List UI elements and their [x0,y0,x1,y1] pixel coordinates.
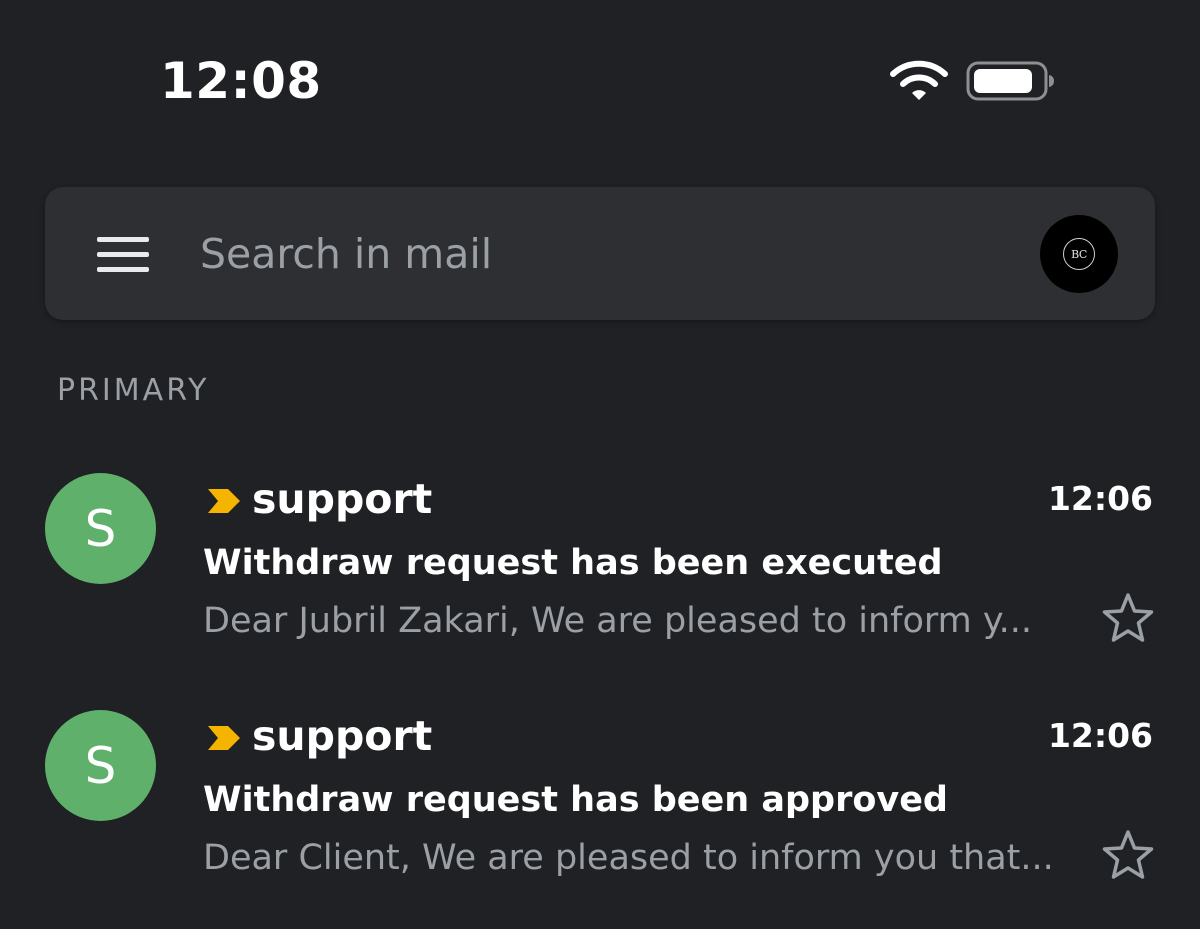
battery-icon [966,61,1054,101]
mail-subject: Withdraw request has been executed [203,543,943,583]
importance-marker-icon[interactable] [206,724,242,752]
importance-marker-icon[interactable] [206,487,242,515]
mail-subject: Withdraw request has been approved [203,780,948,820]
mail-row[interactable]: Ssupport 12:06 Withdraw request has been a… [0,710,1200,920]
mail-time: 12:06 [1047,479,1153,518]
sender-name: support [252,475,433,523]
account-avatar[interactable]: BC [1040,215,1118,293]
mail-snippet: Dear Client, We are pleased to inform yo… [203,838,1054,878]
search-bar[interactable]: BC [45,187,1155,320]
section-label-primary: PRIMARY [57,373,210,408]
mail-snippet: Dear Jubril Zakari, We are pleased to in… [203,601,1032,641]
sender-name: support [252,712,433,760]
importance-marker-shape [208,726,240,750]
mail-row[interactable]: Ssupport 12:06 Withdraw request has been e… [0,473,1200,683]
status-time: 12:08 [160,52,322,110]
status-bar: 12:08 [0,0,1200,160]
importance-marker-shape [208,489,240,513]
star-icon[interactable] [1100,828,1156,882]
search-input[interactable] [200,225,1000,283]
star-icon[interactable] [1100,591,1156,645]
sender-avatar: S [45,473,156,584]
sender-avatar: S [45,710,156,821]
mail-time: 12:06 [1047,716,1153,755]
account-initials: BC [1063,238,1095,270]
menu-icon[interactable] [97,237,149,273]
wifi-icon [890,60,948,100]
